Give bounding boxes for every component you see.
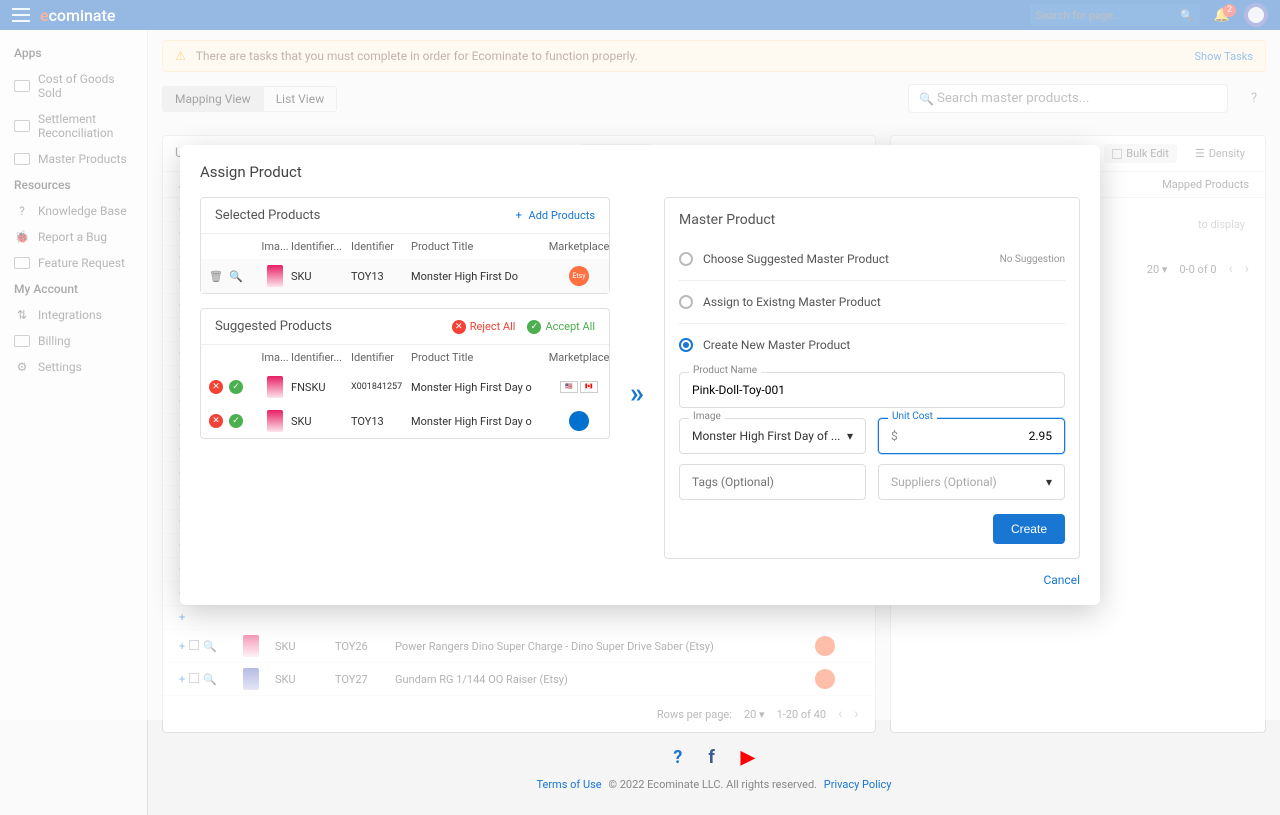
facebook-icon[interactable]: f: [708, 747, 714, 768]
terms-link[interactable]: Terms of Use: [536, 778, 601, 791]
help-icon[interactable]: ?: [673, 747, 682, 768]
delete-icon[interactable]: 🗑: [209, 270, 223, 283]
accept-all-button[interactable]: ✓Accept All: [527, 320, 595, 334]
accept-icon[interactable]: ✓: [229, 414, 243, 428]
reject-all-button[interactable]: ✕Reject All: [452, 320, 516, 334]
privacy-link[interactable]: Privacy Policy: [824, 778, 892, 791]
etsy-chip: Etsy: [569, 266, 589, 286]
cancel-link[interactable]: Cancel: [664, 573, 1080, 587]
footer: ? f ▶ Terms of Use © 2022 Ecominate LLC.…: [162, 733, 1266, 805]
reject-icon[interactable]: ✕: [209, 380, 223, 394]
arrow-icon: »: [630, 376, 644, 409]
suppliers-select[interactable]: Suppliers (Optional)▾: [878, 464, 1065, 500]
product-name-input[interactable]: [679, 372, 1065, 408]
modal-overlay: Assign Product Selected Products + Add P…: [0, 0, 1280, 720]
add-products-link[interactable]: + Add Products: [516, 209, 595, 222]
chevron-down-icon: ▾: [1046, 475, 1052, 489]
dialog-title: Assign Product: [200, 163, 1080, 181]
suggested-products-card: Suggested Products ✕Reject All ✓Accept A…: [200, 308, 610, 439]
selected-products-card: Selected Products + Add Products Ima... …: [200, 197, 610, 294]
image-select[interactable]: Monster High First Day of ...▾: [679, 418, 866, 454]
walmart-chip: [569, 411, 589, 431]
suggested-row: ✕✓ FNSKU X001841257 Monster High First D…: [201, 370, 609, 404]
radio-suggested[interactable]: Choose Suggested Master Product No Sugge…: [679, 242, 1065, 276]
tags-input[interactable]: [679, 464, 866, 500]
master-product-card: Master Product Choose Suggested Master P…: [664, 197, 1080, 559]
accept-icon[interactable]: ✓: [229, 380, 243, 394]
radio-existing[interactable]: Assign to Existng Master Product: [679, 285, 1065, 319]
youtube-icon[interactable]: ▶: [741, 747, 755, 768]
unit-cost-input[interactable]: [904, 429, 1052, 443]
assign-product-dialog: Assign Product Selected Products + Add P…: [180, 145, 1100, 605]
zoom-icon[interactable]: 🔍: [229, 270, 243, 283]
chevron-down-icon: ▾: [847, 429, 853, 443]
suggested-row: ✕✓ SKU TOY13 Monster High First Day o: [201, 404, 609, 438]
create-button[interactable]: Create: [993, 514, 1065, 544]
radio-create[interactable]: Create New Master Product: [679, 328, 1065, 362]
reject-icon[interactable]: ✕: [209, 414, 223, 428]
selected-row: 🗑🔍 SKU TOY13 Monster High First Do Etsy: [201, 259, 609, 293]
